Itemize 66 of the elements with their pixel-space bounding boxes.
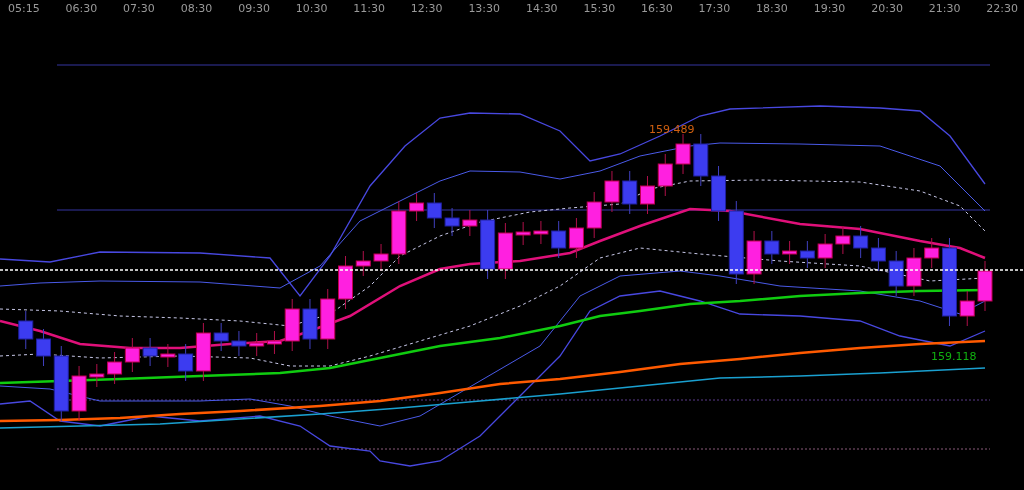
time-axis-label: 11:30 <box>353 1 385 15</box>
candlestick <box>870 237 886 272</box>
time-axis-label: 20:30 <box>871 1 903 15</box>
candlestick <box>71 365 87 422</box>
time-axis-label: 09:30 <box>238 1 270 15</box>
candlestick <box>355 250 371 277</box>
time-axis-label: 08:30 <box>180 1 213 15</box>
candlestick <box>160 343 176 368</box>
time-axis-label: 05:15 <box>8 1 40 15</box>
candlestick <box>497 222 513 280</box>
candlestick <box>640 175 655 215</box>
price-label: 159.118 <box>931 350 977 363</box>
candlestick <box>89 363 105 388</box>
candlestick <box>515 221 531 246</box>
candlestick <box>835 225 851 255</box>
time-axis-label: 12:30 <box>410 1 443 15</box>
candlestick <box>782 240 798 265</box>
candlestick <box>213 322 229 352</box>
candlestick <box>320 288 336 350</box>
time-axis-label: 18:30 <box>756 1 788 15</box>
time-axis-label: 13:30 <box>468 1 501 15</box>
candlestick <box>586 191 602 239</box>
candlestick <box>462 209 478 237</box>
time-axis-label: 14:30 <box>525 1 558 15</box>
candlestick <box>338 255 353 310</box>
candlestick <box>249 332 265 357</box>
candlestick <box>693 133 709 187</box>
candlestick <box>853 225 869 259</box>
candlestick <box>18 310 34 350</box>
candlestick <box>888 250 904 297</box>
time-axis-label: 15:30 <box>583 1 616 15</box>
time-axis-label: 10:30 <box>295 1 328 15</box>
candlestick <box>409 192 425 222</box>
time-axis-label: 22:30 <box>986 1 1018 15</box>
time-axis-label: 19:30 <box>813 1 846 15</box>
candlestick <box>746 230 762 285</box>
candlestick <box>444 207 460 237</box>
candlestick <box>480 209 496 280</box>
time-axis-label: 07:30 <box>123 1 155 15</box>
time-axis-label: 16:30 <box>641 1 673 15</box>
candlestick <box>266 330 282 355</box>
candlestick <box>426 192 442 229</box>
candlestick <box>675 133 691 175</box>
candlestick <box>551 220 567 259</box>
candlestick <box>533 220 549 245</box>
candlestick <box>817 233 833 269</box>
time-axis-label: 17:30 <box>698 1 731 15</box>
candlestick <box>657 153 673 197</box>
candlestick <box>906 247 922 297</box>
candlestick <box>977 260 993 312</box>
candlestick <box>124 337 140 373</box>
candlestick <box>107 351 123 385</box>
candlestick <box>373 243 389 272</box>
candlestick <box>568 217 584 259</box>
candlestick <box>391 200 407 265</box>
candlestick <box>622 170 638 215</box>
candlestick <box>284 298 300 352</box>
candlestick <box>231 330 247 357</box>
candlestick <box>959 290 975 327</box>
candlestick <box>302 298 318 350</box>
candlestick <box>142 337 158 367</box>
candlestick <box>764 230 780 265</box>
candlestick <box>799 240 815 269</box>
time-axis-label: 06:30 <box>65 1 98 15</box>
time-axis-label: 21:30 <box>928 1 961 15</box>
candlestick <box>604 170 620 213</box>
